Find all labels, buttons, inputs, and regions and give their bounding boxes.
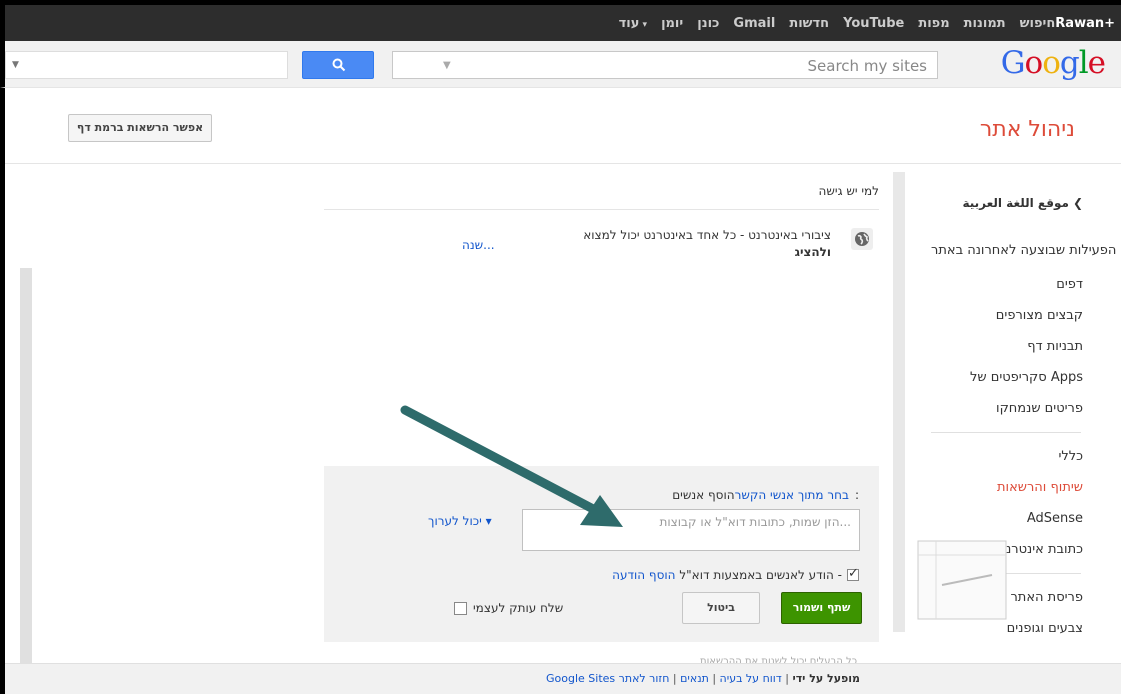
- sidebar-item-recent-activity[interactable]: הפעילות שבוצעה לאחרונה באתר: [931, 239, 1116, 269]
- youtube-link[interactable]: YouTube: [843, 16, 904, 31]
- logo-letter: e: [1087, 45, 1106, 81]
- logo-letter: l: [1078, 45, 1089, 81]
- calendar-link[interactable]: יומן: [661, 16, 683, 31]
- footer-brand[interactable]: Google Sites: [546, 672, 615, 685]
- access-text: ציבורי באינטרנט - כל אחד באינטרנט יכול ל…: [583, 228, 831, 242]
- chevron-down-icon: ▼: [12, 60, 19, 70]
- notify-label: הודע לאנשים באמצעות דוא"ל -: [679, 568, 842, 582]
- site-picker-dropdown[interactable]: ▼: [5, 51, 288, 79]
- notify-checkbox[interactable]: [847, 566, 859, 581]
- footer-terms[interactable]: תנאים: [680, 672, 709, 685]
- logo-letter: g: [1059, 45, 1080, 81]
- search-sites-input[interactable]: ▼ Search my sites: [392, 51, 938, 79]
- sidebar-site-name[interactable]: موقع اللغة العربية ❮: [931, 188, 1083, 219]
- divider: [324, 209, 879, 210]
- logo-letter: o: [1024, 45, 1044, 81]
- add-people-row: בחר מתוך אנשי הקשרהוסף אנשים:: [672, 488, 859, 502]
- chevron-left-icon: ❮: [1072, 196, 1083, 210]
- cancel-button[interactable]: ביטול: [682, 592, 760, 624]
- sidebar-item-adsense[interactable]: AdSense: [931, 503, 1083, 534]
- sidebar-item-apps-scripts[interactable]: סקריפטים של Apps: [931, 362, 1083, 393]
- sidebar-item-attachments[interactable]: קבצים מצורפים: [931, 300, 1083, 331]
- who-has-access-heading: למי יש גישה: [818, 184, 879, 198]
- logo-letter: o: [1042, 45, 1061, 81]
- sidebar-item-pages[interactable]: דפים: [931, 269, 1083, 300]
- add-message-link[interactable]: הוסף הודעה: [612, 568, 675, 582]
- globe-icon: [851, 228, 873, 250]
- footer-return-to-site[interactable]: חזור לאתר: [619, 672, 670, 685]
- footer-links: Google Sites מופעל על ידי | דווח על בעיה…: [546, 672, 861, 685]
- chevron-down-icon[interactable]: ▼: [443, 60, 451, 71]
- left-scrollbar[interactable]: [20, 268, 32, 668]
- search-icon: [332, 58, 346, 72]
- sidebar-item-page-templates[interactable]: תבניות דף: [931, 331, 1083, 362]
- notify-row: הוסף הודעה הודע לאנשים באמצעות דוא"ל -: [612, 566, 859, 582]
- search-placeholder: Search my sites: [807, 57, 927, 75]
- search-row: Google ▼ Search my sites ▼: [0, 41, 1121, 88]
- gmail-link[interactable]: Gmail: [733, 16, 775, 31]
- pane-scrollbar[interactable]: [893, 172, 905, 632]
- sidebar-item-sharing[interactable]: שיתוף והרשאות: [931, 472, 1083, 503]
- access-text-bold: ולהציג: [794, 245, 831, 259]
- site-name-label: موقع اللغة العربية: [962, 196, 1069, 210]
- google-bar-links: Rawan+ חיפוש תמונות מפות YouTube חדשות G…: [605, 5, 1115, 41]
- page-title: ניהול אתר: [979, 117, 1075, 142]
- divider: [931, 432, 1081, 433]
- search-button[interactable]: [302, 51, 374, 79]
- maps-link[interactable]: מפות: [918, 16, 949, 31]
- more-link[interactable]: עוד: [619, 16, 647, 31]
- window: Rawan+ חיפוש תמונות מפות YouTube חדשות G…: [0, 0, 1121, 694]
- choose-contacts-link[interactable]: בחר מתוך אנשי הקשר: [735, 488, 849, 502]
- footer-report-abuse[interactable]: דווח על בעיה: [720, 672, 782, 685]
- footer: Google Sites מופעל על ידי | דווח על בעיה…: [5, 663, 1121, 694]
- send-copy-label: שלח עותק לעצמי: [473, 601, 564, 615]
- divider: [5, 163, 1121, 164]
- annotation-arrow-icon: [400, 405, 623, 527]
- drag-ghost-icon: [917, 540, 1007, 620]
- google-bar: Rawan+ חיפוש תמונות מפות YouTube חדשות G…: [0, 0, 1121, 41]
- search-link[interactable]: חיפוש: [1020, 16, 1056, 31]
- share-save-button[interactable]: שתף ושמור: [781, 592, 862, 624]
- images-link[interactable]: תמונות: [964, 16, 1006, 31]
- change-access-link[interactable]: שנה...: [462, 238, 495, 252]
- sidebar-item-deleted[interactable]: פריטים שנמחקו: [931, 393, 1083, 424]
- news-link[interactable]: חדשות: [789, 16, 829, 31]
- access-description: ציבורי באינטרנט - כל אחד באינטרנט יכול ל…: [571, 227, 831, 261]
- user-link[interactable]: Rawan+: [1055, 16, 1115, 31]
- sidebar-item-general[interactable]: כללי: [931, 441, 1083, 472]
- footer-powered: מופעל על ידי: [792, 672, 861, 685]
- google-logo[interactable]: Google: [1000, 45, 1106, 81]
- send-copy-checkbox[interactable]: [454, 601, 467, 615]
- logo-letter: G: [1000, 45, 1026, 81]
- send-copy-row: שלח עותק לעצמי: [454, 601, 563, 615]
- drive-link[interactable]: כונן: [697, 16, 719, 31]
- page-level-permissions-button[interactable]: אפשר הרשאות ברמת דף: [68, 114, 212, 142]
- email-placeholder: הזן שמות, כתובות דוא"ל או קבוצות...: [659, 515, 851, 529]
